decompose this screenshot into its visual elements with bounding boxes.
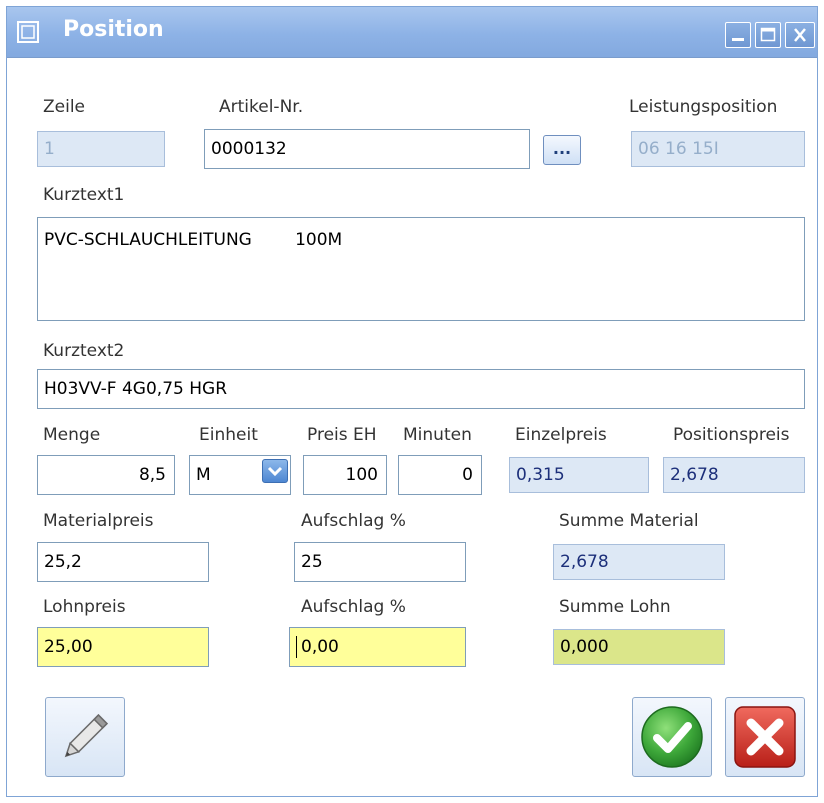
checkmark-icon	[641, 706, 703, 768]
summe-material-value: 2,678	[560, 552, 609, 572]
artikel-nr-input[interactable]: 0000132	[204, 129, 530, 169]
aufschlag-material-label: Aufschlag %	[301, 511, 406, 531]
menge-input[interactable]: 8,5	[37, 455, 175, 495]
summe-lohn-field: 0,000	[553, 629, 725, 665]
kurztext1-label: Kurztext1	[43, 185, 125, 205]
einzelpreis-label: Einzelpreis	[515, 425, 607, 445]
positionspreis-value: 2,678	[670, 465, 719, 485]
aufschlag-lohn-value: 0,00	[301, 637, 339, 657]
summe-material-field: 2,678	[553, 544, 725, 580]
cancel-button[interactable]	[725, 697, 805, 777]
maximize-button[interactable]	[755, 22, 781, 48]
aufschlag-lohn-input[interactable]: 0,00	[289, 627, 466, 667]
minimize-icon	[732, 38, 744, 41]
aufschlag-material-input[interactable]: 25	[294, 542, 466, 582]
chevron-down-icon	[267, 466, 283, 477]
kurztext2-input[interactable]: H03VV-F 4G0,75 HGR	[37, 369, 805, 409]
minuten-label: Minuten	[403, 425, 472, 445]
x-icon	[734, 706, 796, 768]
einzelpreis-field: 0,315	[509, 457, 649, 493]
artikel-nr-label: Artikel-Nr.	[219, 97, 304, 117]
einheit-value: M	[196, 465, 211, 485]
kurztext1-textarea[interactable]: PVC-SCHLAUCHLEITUNG 100M	[37, 217, 805, 321]
window-title: Position	[63, 17, 164, 42]
menge-value: 8,5	[138, 465, 166, 485]
edit-button[interactable]	[45, 697, 125, 777]
aufschlag-material-value: 25	[301, 552, 323, 572]
positionspreis-label: Positionspreis	[673, 425, 790, 445]
kurztext1-value: PVC-SCHLAUCHLEITUNG 100M	[44, 230, 343, 250]
summe-lohn-label: Summe Lohn	[559, 597, 671, 617]
lohnpreis-label: Lohnpreis	[43, 597, 126, 617]
artikel-browse-button[interactable]: ...	[543, 135, 581, 165]
lohnpreis-input[interactable]: 25,00	[37, 627, 209, 667]
preis-eh-value: 100	[345, 465, 378, 485]
summe-material-label: Summe Material	[559, 511, 699, 531]
materialpreis-label: Materialpreis	[43, 511, 154, 531]
minimize-button[interactable]	[725, 22, 751, 48]
leistungsposition-label: Leistungsposition	[629, 97, 778, 117]
zeile-value: 1	[44, 139, 55, 159]
ok-button[interactable]	[632, 697, 712, 777]
preis-eh-input[interactable]: 100	[303, 455, 387, 495]
einheit-label: Einheit	[199, 425, 258, 445]
close-button[interactable]	[785, 22, 815, 48]
minuten-input[interactable]: 0	[398, 455, 482, 495]
artikel-nr-value: 0000132	[211, 139, 287, 159]
maximize-icon	[760, 27, 776, 42]
einheit-select[interactable]: M	[189, 455, 291, 495]
aufschlag-lohn-label: Aufschlag %	[301, 597, 406, 617]
positionspreis-field: 2,678	[663, 457, 805, 493]
text-cursor	[296, 636, 297, 658]
zeile-label: Zeile	[43, 97, 86, 117]
summe-lohn-value: 0,000	[560, 637, 609, 657]
materialpreis-value: 25,2	[44, 552, 82, 572]
kurztext2-value: H03VV-F 4G0,75 HGR	[44, 379, 228, 399]
pencil-icon	[64, 714, 108, 758]
window-icon	[17, 21, 39, 43]
lohnpreis-value: 25,00	[44, 637, 93, 657]
leistungsposition-value: 06 16 15I	[638, 139, 719, 159]
menge-label: Menge	[43, 425, 101, 445]
close-icon	[794, 28, 806, 42]
einzelpreis-value: 0,315	[516, 465, 565, 485]
title-bar[interactable]: Position	[7, 7, 817, 58]
zeile-field: 1	[37, 131, 165, 167]
leistungsposition-field: 06 16 15I	[631, 131, 805, 167]
einheit-dropdown-button[interactable]	[262, 459, 288, 483]
kurztext2-label: Kurztext2	[43, 341, 125, 361]
position-dialog: Position Zeile Artikel-Nr. Leistungsposi…	[6, 6, 818, 797]
preis-eh-label: Preis EH	[307, 425, 377, 445]
minuten-value: 0	[462, 465, 473, 485]
materialpreis-input[interactable]: 25,2	[37, 542, 209, 582]
